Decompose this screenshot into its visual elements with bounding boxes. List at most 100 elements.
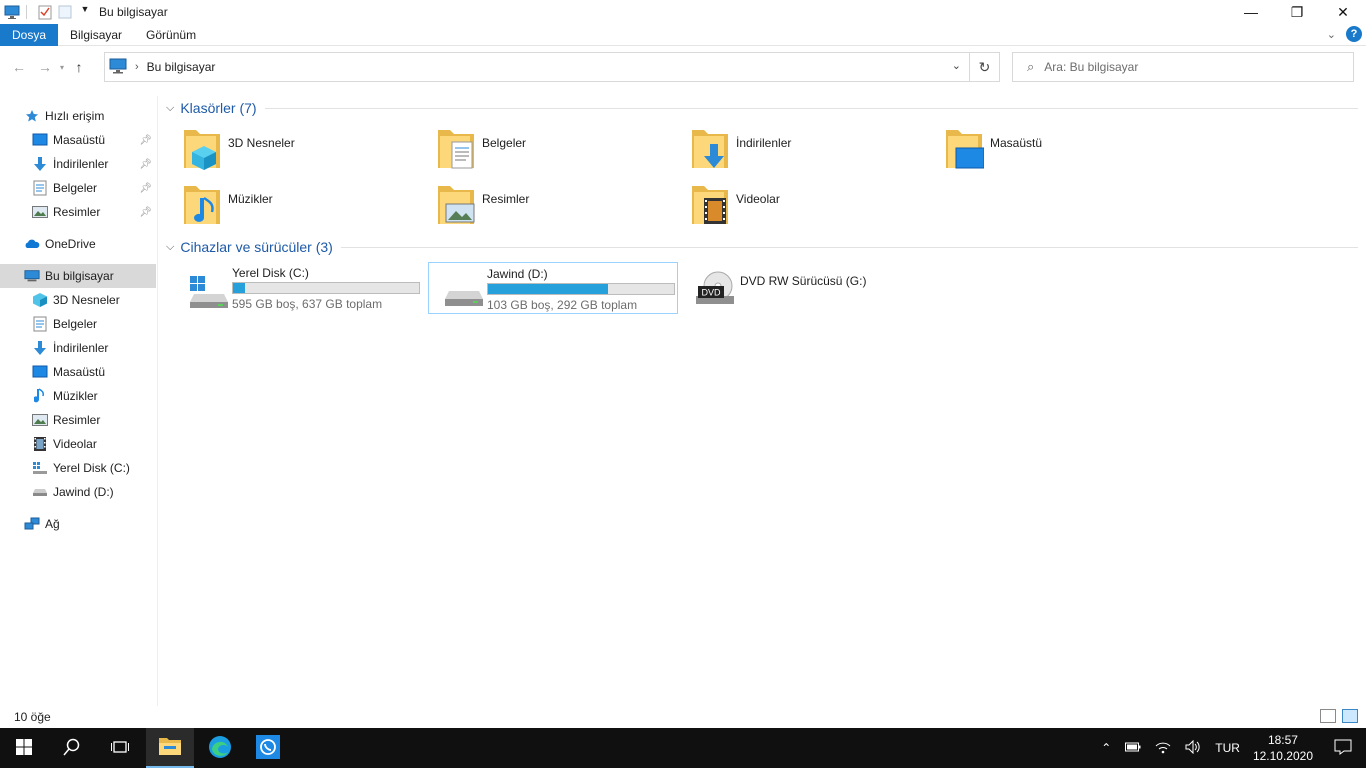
properties-icon[interactable] [37,4,53,20]
refresh-icon: ↻ [978,58,991,75]
new-folder-icon[interactable] [57,4,73,20]
pin-icon[interactable]: 📌︎ [139,135,152,146]
sidebar-item-label: Ağ [45,517,60,531]
folder-tile[interactable]: Belgeler [414,124,664,176]
drives-group-header[interactable]: ⌵ Cihazlar ve sürücüler (3) [166,236,1358,258]
sidebar-item-quick-access[interactable]: Hızlı erişim [24,104,180,128]
sidebar-item-label: İndirilenler [53,157,109,171]
collapse-chevron-icon[interactable]: ⌵ [166,241,174,254]
tab-view[interactable]: Görünüm [134,24,208,46]
sidebar-item-videos[interactable]: Videolar [32,432,156,456]
clock-time: 18:57 [1267,733,1298,747]
sidebar-item-downloads[interactable]: İndirilenler [32,336,156,360]
ribbon-tabs: Dosya Bilgisayar Görünüm ⌄ ? [0,23,1366,46]
forward-arrow-icon[interactable]: → [34,59,56,75]
navigation-pane: Hızlı erişim Masaüstü 📌︎ İndirilenler 📌︎… [0,96,158,706]
recent-locations-icon[interactable]: ▾ [56,63,68,72]
refresh-button[interactable]: ↻ [970,52,1000,82]
address-bar[interactable]: › Bu bilgisayar ⌄ [104,52,970,82]
sidebar-item-desktop[interactable]: Masaüstü [32,360,156,384]
sidebar-item-label: Belgeler [53,181,98,195]
sidebar-item-pictures[interactable]: Resimler [32,408,156,432]
sidebar-item-label: 3D Nesneler [53,293,120,307]
sidebar-item-quick-downloads[interactable]: İndirilenler 📌︎ [32,152,156,176]
address-dropdown-icon[interactable]: ⌄ [952,59,961,72]
sidebar-item-drive-d[interactable]: Jawind (D:) [32,480,156,504]
show-hidden-icons-icon[interactable]: ⌃ [1101,741,1111,755]
sidebar-item-quick-desktop[interactable]: Masaüstü 📌︎ [32,128,156,152]
sidebar-item-documents[interactable]: Belgeler [32,312,156,336]
status-bar: 10 öğe [0,706,1366,728]
search-button[interactable] [48,728,96,768]
wifi-icon[interactable] [1155,740,1171,757]
desktop-icon [32,364,48,380]
pin-icon[interactable]: 📌︎ [139,183,152,194]
computer-icon[interactable] [4,4,20,20]
folder-tile[interactable]: 3D Nesneler [160,124,410,176]
taskbar-whatsapp[interactable] [244,728,292,768]
action-center-icon[interactable] [1334,739,1352,758]
search-box[interactable]: ⌕ Ara: Bu bilgisayar [1012,52,1354,82]
music-icon [32,388,48,404]
sidebar-item-music[interactable]: Müzikler [32,384,156,408]
task-view-button[interactable] [96,728,144,768]
large-icons-view-icon[interactable] [1342,709,1358,723]
group-title: Cihazlar ve sürücüler (3) [180,239,333,255]
taskbar-file-explorer[interactable] [146,728,194,768]
sidebar-item-drive-c[interactable]: Yerel Disk (C:) [32,456,156,480]
clock[interactable]: 18:57 12.10.2020 [1253,732,1313,764]
folder-label: 3D Nesneler [228,136,295,150]
tab-file[interactable]: Dosya [0,23,59,46]
folder-tile[interactable]: Müzikler [160,180,410,232]
back-arrow-icon[interactable]: ← [8,59,30,75]
folder-label: Belgeler [482,136,527,150]
3d-objects-folder-icon [182,124,222,172]
drive-tile-d[interactable]: Jawind (D:) 103 GB boş, 292 GB toplam [428,262,678,314]
minimize-button[interactable]: — [1228,0,1274,24]
folder-tile[interactable]: Resimler [414,180,664,232]
folder-tile[interactable]: Masaüstü [922,124,1172,176]
battery-icon[interactable] [1125,741,1141,755]
volume-icon[interactable] [1185,739,1201,757]
maximize-button[interactable]: ❐ [1274,0,1320,24]
sidebar-item-3d-objects[interactable]: 3D Nesneler [32,288,156,312]
breadcrumb-separator-icon[interactable]: › [135,61,139,73]
close-button[interactable]: ✕ [1320,0,1366,24]
sidebar-item-label: Videolar [53,437,97,451]
drive-tile-c[interactable]: Yerel Disk (C:) 595 GB boş, 637 GB topla… [174,262,424,314]
sidebar-item-this-pc[interactable]: Bu bilgisayar [0,264,156,288]
taskbar-edge[interactable] [196,728,244,768]
start-button[interactable] [0,728,48,768]
drive-d-icon [32,484,48,500]
help-button[interactable]: ? [1346,26,1362,42]
folders-group-header[interactable]: ⌵ Klasörler (7) [166,97,1358,119]
breadcrumb-this-pc[interactable]: Bu bilgisayar [147,60,216,74]
pin-icon[interactable]: 📌︎ [139,159,152,170]
folder-label: Resimler [482,192,530,206]
drive-space-info: 595 GB boş, 637 GB toplam [232,297,383,311]
input-language-indicator[interactable]: TUR [1215,741,1240,755]
pin-icon[interactable]: 📌︎ [139,207,152,218]
tab-computer[interactable]: Bilgisayar [58,24,134,46]
network-icon [24,516,40,532]
sidebar-item-quick-pictures[interactable]: Resimler 📌︎ [32,200,156,224]
folder-tile[interactable]: Videolar [668,180,918,232]
collapse-chevron-icon[interactable]: ⌵ [166,102,174,115]
content-area: ⌵ Klasörler (7) 3D Nesneler Belgeler İnd… [160,96,1366,706]
details-view-icon[interactable] [1320,709,1336,723]
drive-name: DVD RW Sürücüsü (G:) [740,274,867,288]
folder-label: Müzikler [228,192,273,206]
sidebar-item-quick-documents[interactable]: Belgeler 📌︎ [32,176,156,200]
pictures-folder-icon [436,180,476,228]
item-count: 10 öğe [14,710,51,724]
sidebar-item-onedrive[interactable]: OneDrive [24,232,180,256]
downloads-icon [32,156,48,172]
up-arrow-icon[interactable]: ↑ [68,59,90,75]
sidebar-item-network[interactable]: Ağ [24,512,180,536]
search-icon: ⌕ [1027,59,1035,74]
folder-tile[interactable]: İndirilenler [668,124,918,176]
edge-icon [208,735,232,762]
customize-quick-access-icon[interactable]: ▼ [77,4,93,20]
drive-tile-dvd[interactable]: DVD DVD RW Sürücüsü (G:) [682,262,932,314]
expand-ribbon-icon[interactable]: ⌄ [1327,28,1336,41]
